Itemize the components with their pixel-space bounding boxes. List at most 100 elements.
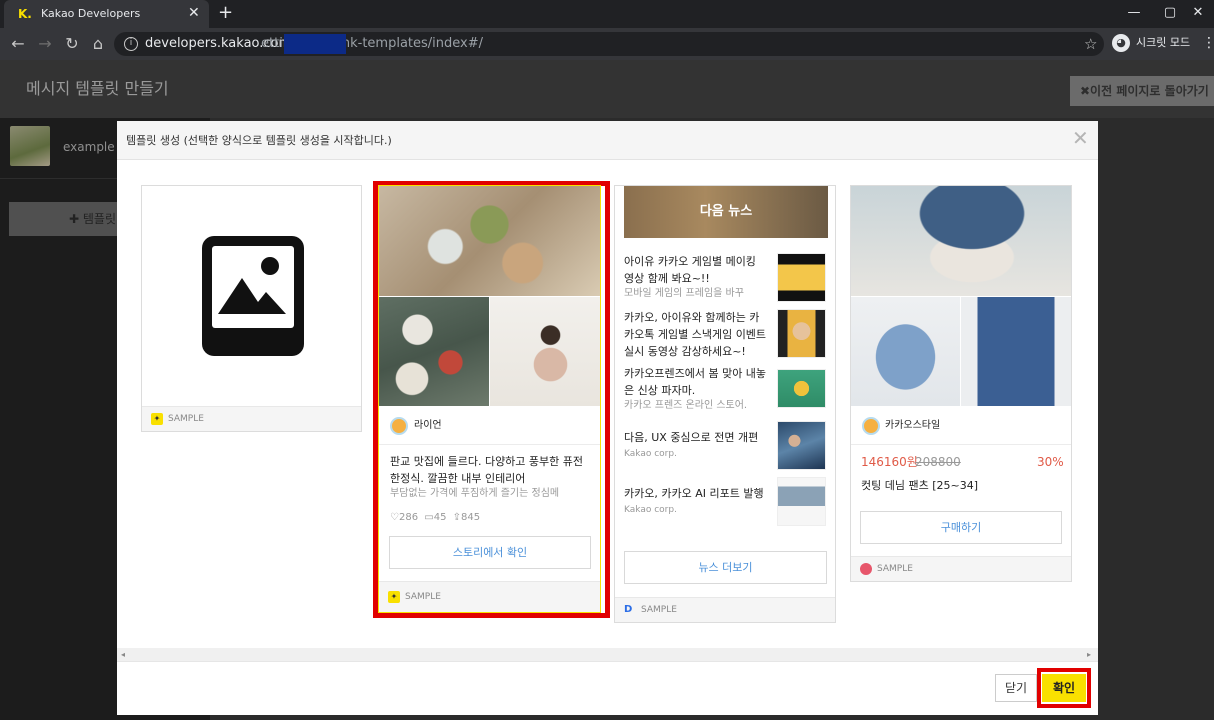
daum-logo-icon: D (624, 604, 633, 615)
news-4-title-line-1: 다음, UX 중심으로 전면 개편 (624, 431, 759, 444)
redaction-mask (284, 34, 346, 54)
forward-arrow-icon[interactable]: → (34, 33, 56, 55)
horizontal-scrollbar[interactable]: ◂ ▸ (117, 648, 1098, 661)
news-2-title-line-2: 카오톡 게임별 스낵게임 이벤트 (624, 328, 767, 341)
feed-divider (379, 444, 600, 445)
scroll-right-icon[interactable]: ▸ (1087, 648, 1091, 661)
minimize-button[interactable]: — (1114, 3, 1154, 23)
profile-name: example (63, 140, 115, 154)
feed-title-line-1: 판교 맛집에 들르다. 다양하고 풍부한 퓨전 (390, 455, 584, 468)
news-1-title-line-1: 아이유 카카오 게임별 메이킹 (624, 255, 756, 268)
bookmark-star-icon[interactable]: ☆ (1084, 35, 1097, 53)
close-button[interactable]: 닫기 (995, 674, 1037, 702)
feed-sub-image-2 (490, 297, 600, 406)
card-footer: D SAMPLE (615, 597, 835, 622)
template-card-blank[interactable]: ✦ SAMPLE (141, 185, 362, 432)
store-logo-icon (860, 563, 872, 575)
commerce-sub-image-1 (851, 297, 960, 406)
footer-label: SAMPLE (877, 564, 913, 574)
feed-main-image (379, 186, 600, 296)
news-2-thumbnail (777, 309, 826, 358)
close-icon[interactable]: ✕ (1072, 127, 1089, 149)
news-1-subtitle: 모바일 게임의 프레임을 바꾸 (624, 288, 744, 299)
template-card-list[interactable]: 다음 뉴스 아이유 카카오 게임별 메이킹 영상 함께 봐요~!! 모바일 게임… (614, 185, 836, 623)
scroll-left-icon[interactable]: ◂ (121, 648, 125, 661)
share-icon: ⇪ (452, 512, 462, 523)
comment-icon: ▭ (424, 512, 434, 523)
comment-count: 45 (433, 512, 447, 523)
news-1-thumbnail (777, 253, 826, 302)
news-3-subtitle: 카카오 프렌즈 온라인 스토어. (624, 400, 748, 411)
template-card-feed[interactable]: 라이언 판교 맛집에 들르다. 다양하고 풍부한 퓨전 한정식. 깔끔한 내부 … (378, 185, 601, 613)
feed-profile-name: 라이언 (414, 420, 442, 431)
browser-tab-bar: K. Kakao Developers ✕ + — ▢ ✕ (0, 0, 1214, 28)
product-name: 컷팅 데님 팬츠 [25~34] (861, 479, 979, 492)
news-2-title-line-3: 실시 동영상 감상하세요~! (624, 345, 746, 358)
image-placeholder-icon (200, 234, 306, 362)
heart-icon: ♡ (390, 512, 399, 523)
reload-icon[interactable]: ↻ (61, 33, 83, 55)
address-bar[interactable]: i developers.kakao.com/app ettings/talkl… (114, 32, 1104, 56)
store-name: 카카오스타일 (885, 420, 941, 431)
info-icon[interactable]: i (124, 37, 138, 51)
back-arrow-icon[interactable]: ← (7, 33, 29, 55)
news-3-title-line-1: 카카오프렌즈에서 봄 맞아 내놓 (624, 367, 767, 380)
footer-label: SAMPLE (641, 605, 677, 615)
buy-button[interactable]: 구매하기 (860, 511, 1062, 544)
home-icon[interactable]: ⌂ (87, 33, 109, 55)
feed-sub-image-1 (379, 297, 489, 406)
news-5-subtitle: Kakao corp. (624, 505, 677, 515)
browser-menu-icon[interactable]: ⋮ (1202, 34, 1214, 52)
confirm-button[interactable]: 확인 (1042, 674, 1086, 702)
original-price: 208800 (915, 455, 961, 469)
store-avatar (862, 417, 880, 435)
like-count: 286 (398, 512, 419, 523)
card-footer: ✦ SAMPLE (379, 581, 600, 612)
kakao-sample-icon: ✦ (151, 413, 163, 425)
list-header-title: 다음 뉴스 (699, 204, 753, 219)
modal-body: ✦ SAMPLE 라이언 판교 맛집에 들르다. 다양하고 풍부한 퓨전 한정식… (117, 161, 1098, 649)
page-title: 메시지 템플릿 만들기 (26, 79, 169, 98)
feed-title-line-2: 한정식. 깔끔한 내부 인테리어 (390, 472, 526, 485)
tab-title: Kakao Developers (41, 7, 141, 20)
news-2-title-line-1: 카카오, 아이유와 함께하는 카 (624, 311, 760, 324)
incognito-indicator[interactable]: ◕ 시크릿 모드 (1112, 34, 1190, 52)
news-3-title-line-2: 은 신상 파자마. (624, 384, 696, 397)
modal-title: 템플릿 생성 (선택한 양식으로 템플릿 생성을 시작합니다.) (126, 134, 392, 147)
close-window-button[interactable]: ✕ (1178, 3, 1214, 23)
feed-social: ♡286 ▭45 ⇪845 (390, 511, 480, 525)
news-5-thumbnail (777, 477, 826, 526)
browser-tab[interactable]: K. Kakao Developers ✕ (4, 0, 209, 28)
news-1-title-line-2: 영상 함께 봐요~!! (624, 272, 710, 285)
avatar (10, 126, 50, 166)
ryan-avatar (390, 417, 408, 435)
footer-label: SAMPLE (168, 414, 204, 424)
template-card-commerce[interactable]: 카카오스타일 146160원 208800 30% 컷팅 데님 팬츠 [25~3… (850, 185, 1072, 582)
card-footer: SAMPLE (851, 556, 1071, 581)
modal-footer-divider (117, 661, 1098, 662)
news-4-subtitle: Kakao corp. (624, 449, 677, 459)
kakao-sample-icon: ✦ (388, 591, 400, 603)
incognito-label: 시크릿 모드 (1136, 36, 1191, 49)
sale-price: 146160원 (861, 455, 918, 469)
new-tab-button[interactable]: + (218, 2, 233, 24)
share-count: 845 (461, 512, 481, 523)
template-create-modal: 템플릿 생성 (선택한 양식으로 템플릿 생성을 시작합니다.) ✕ ✦ SAM… (117, 121, 1098, 715)
page-header: 메시지 템플릿 만들기 ✖이전 페이지로 돌아가기 (0, 60, 1214, 118)
list-header-image: 다음 뉴스 (624, 186, 828, 238)
commerce-sub-image-2 (961, 297, 1071, 406)
tab-close-icon[interactable]: ✕ (188, 4, 200, 22)
news-5-title-line-1: 카카오, 카카오 AI 리포트 발행 (624, 487, 764, 500)
back-to-previous-button[interactable]: ✖이전 페이지로 돌아가기 (1070, 76, 1214, 106)
discount-rate: 30% (1037, 455, 1064, 469)
footer-label: SAMPLE (405, 592, 441, 602)
commerce-divider (851, 444, 1071, 445)
news-3-thumbnail (777, 369, 826, 408)
modal-header: 템플릿 생성 (선택한 양식으로 템플릿 생성을 시작합니다.) ✕ (117, 121, 1098, 160)
more-news-button[interactable]: 뉴스 더보기 (624, 551, 827, 584)
incognito-icon: ◕ (1112, 34, 1130, 52)
commerce-main-image (851, 186, 1071, 296)
news-4-thumbnail (777, 421, 826, 470)
kakao-favicon-icon: K. (18, 7, 32, 21)
story-button[interactable]: 스토리에서 확인 (389, 536, 591, 569)
